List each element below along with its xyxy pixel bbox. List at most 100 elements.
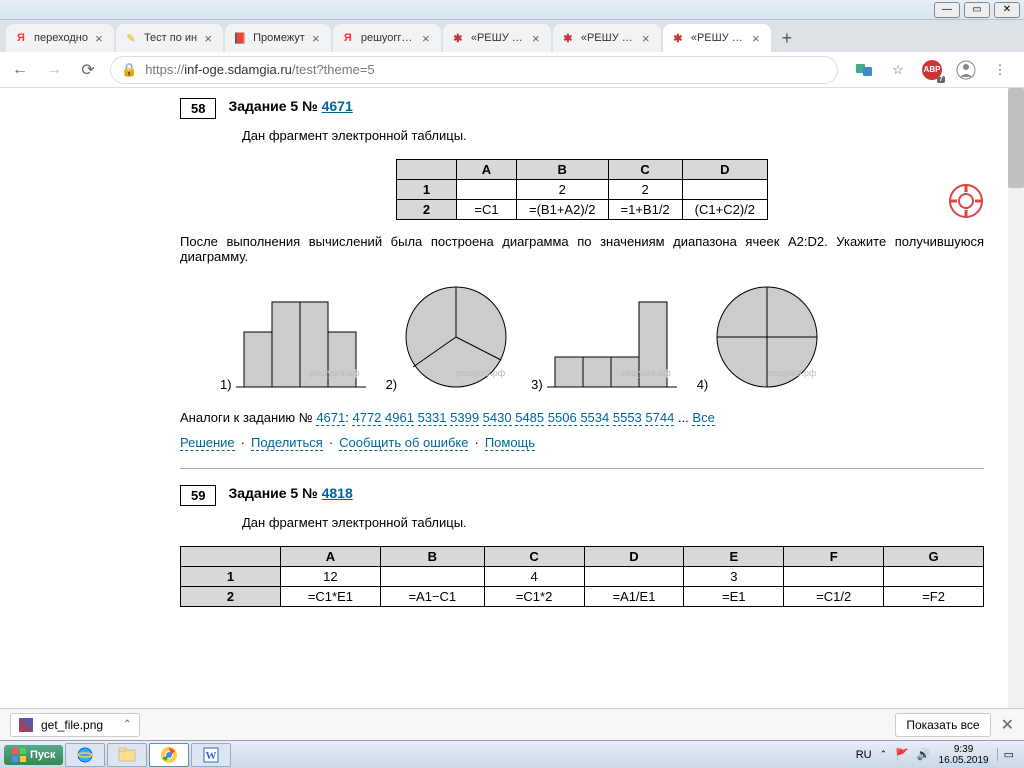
analog-link[interactable]: 4961	[385, 410, 414, 426]
spreadsheet-58: ABCD 122 2=C1=(B1+A2)/2=1+B1/2(C1+C2)/2	[396, 159, 768, 220]
share-link[interactable]: Поделиться	[251, 435, 323, 451]
url-text: https://inf-oge.sdamgia.ru/test?theme=5	[145, 62, 374, 77]
taskbar-ie-icon[interactable]	[65, 743, 105, 767]
help-lifebuoy-icon[interactable]	[948, 183, 984, 219]
analog-link[interactable]: 5534	[580, 410, 609, 426]
tray-volume-icon[interactable]: 🔊	[917, 748, 931, 761]
analog-all-link[interactable]: Все	[692, 410, 714, 426]
scroll-thumb[interactable]	[1008, 88, 1024, 188]
windows-taskbar: Пуск W RU ⌃ 🚩 🔊 9:3916.05.2019 ▭	[0, 740, 1024, 768]
taskbar-chrome-icon[interactable]	[149, 743, 189, 767]
browser-tab[interactable]: ✱ «РЕШУ ОГ ×	[443, 24, 551, 52]
task-intro: Дан фраг­мент элек­трон­ной таблицы.	[242, 127, 984, 145]
analog-link[interactable]: 5553	[613, 410, 642, 426]
task-number: 58	[180, 98, 216, 119]
gtranslate-icon[interactable]	[854, 60, 874, 80]
tray-show-desktop[interactable]: ▭	[997, 748, 1014, 761]
analog-link[interactable]: 5506	[548, 410, 577, 426]
task-separator	[180, 468, 984, 469]
help-link[interactable]: Помощь	[485, 435, 535, 451]
tab-close-icon[interactable]: ×	[749, 31, 763, 45]
back-button[interactable]: ←	[8, 58, 32, 82]
tray-flag-icon[interactable]: 🚩	[895, 748, 909, 761]
report-link[interactable]: Сообщить об ошибке	[339, 435, 468, 451]
analog-link[interactable]: 5485	[515, 410, 544, 426]
browser-tab[interactable]: ✱«РЕШУ ОГ×	[553, 24, 661, 52]
tab-favicon: ✱	[671, 31, 685, 45]
analogs-row: Аналоги к заданию № 4671: 4772 4961 5331…	[180, 410, 984, 425]
chart-option-2[interactable]: 2) решуогэ.рф	[386, 282, 512, 392]
adblock-icon[interactable]: ABP7	[922, 60, 942, 80]
tab-title: решуоггэ и	[361, 32, 415, 44]
profile-icon[interactable]	[956, 60, 976, 80]
taskbar-explorer-icon[interactable]	[107, 743, 147, 767]
browser-tab[interactable]: 📕Промежут×	[225, 24, 331, 52]
tab-title: «РЕШУ ОГ	[691, 32, 745, 44]
task-header-58: 58 Задание 5 № 4671	[180, 98, 984, 119]
solution-link[interactable]: Решение	[180, 435, 235, 451]
chart-option-1[interactable]: 1) решуогэ.рф	[220, 292, 366, 392]
close-download-bar[interactable]: ✕	[1001, 715, 1014, 735]
task-title: Задание 5 № 4671	[228, 98, 352, 114]
browser-tab[interactable]: ✎Тест по ин×	[116, 24, 223, 52]
page-content: 58 Задание 5 № 4671 Дан фраг­мент элек­т…	[0, 88, 1024, 708]
download-filename: get_file.png	[41, 718, 103, 732]
tab-close-icon[interactable]: ×	[92, 31, 106, 45]
browser-tab[interactable]: Ярешуоггэ и ×	[333, 24, 441, 52]
task-intro: Дан фраг­мент элек­трон­ной таблицы.	[242, 514, 984, 532]
new-tab-button[interactable]: +	[773, 24, 801, 52]
browser-tab[interactable]: ✱ «РЕШУ ОГ ×	[663, 24, 771, 52]
tab-title: «РЕШУ ОГ	[471, 32, 525, 44]
browser-tabbar: Япереходно×✎Тест по ин×📕Промежут×Ярешуог…	[0, 20, 1024, 52]
menu-icon[interactable]: ⋮	[990, 60, 1010, 80]
scrollbar-vertical[interactable]	[1008, 88, 1024, 708]
chart-options: 1) решуогэ.рф 2) решуогэ.рф 3)	[220, 282, 984, 392]
browser-tab[interactable]: Япереходно ×	[6, 24, 114, 52]
language-indicator[interactable]: RU	[856, 749, 872, 761]
analog-link[interactable]: 5331	[418, 410, 447, 426]
download-bar: get_file.png ⌃ Показать все ✕	[0, 708, 1024, 740]
task-links: Решение·Поделиться·Сообщить об ошибке·По…	[180, 435, 984, 450]
address-bar[interactable]: 🔒 https://inf-oge.sdamgia.ru/test?theme=…	[110, 56, 838, 84]
show-all-downloads[interactable]: Показать все	[895, 713, 990, 737]
tray-clock[interactable]: 9:3916.05.2019	[939, 744, 989, 766]
tray-chevron-icon[interactable]: ⌃	[880, 749, 888, 760]
download-item[interactable]: get_file.png ⌃	[10, 713, 140, 737]
tab-favicon: ✎	[124, 31, 138, 45]
task-header-59: 59 Задание 5 № 4818	[180, 485, 984, 506]
tab-title: переходно	[34, 32, 88, 44]
star-icon[interactable]: ☆	[888, 60, 908, 80]
analog-main-link[interactable]: 4671	[316, 410, 345, 426]
window-maximize[interactable]: ▭	[964, 2, 990, 18]
tab-favicon: Я	[14, 31, 28, 45]
task-id-link[interactable]: 4818	[322, 485, 353, 501]
window-minimize[interactable]: —	[934, 2, 960, 18]
system-tray: RU ⌃ 🚩 🔊 9:3916.05.2019 ▭	[856, 744, 1020, 766]
analog-link[interactable]: 5399	[450, 410, 479, 426]
task-id-link[interactable]: 4671	[322, 98, 353, 114]
task-title: Задание 5 № 4818	[228, 485, 352, 501]
chart-option-3[interactable]: 3) решуогэ.рф	[531, 292, 677, 392]
analog-link[interactable]: 4772	[352, 410, 381, 426]
file-icon	[19, 718, 33, 732]
tab-close-icon[interactable]: ×	[309, 31, 323, 45]
tab-title: Промежут	[253, 32, 305, 44]
analog-link[interactable]: 5430	[483, 410, 512, 426]
window-close[interactable]: ✕	[994, 2, 1020, 18]
tab-favicon: Я	[341, 31, 355, 45]
analog-link[interactable]: 5744	[645, 410, 674, 426]
window-titlebar: — ▭ ✕	[0, 0, 1024, 20]
tab-close-icon[interactable]: ×	[639, 31, 653, 45]
taskbar-word-icon[interactable]: W	[191, 743, 231, 767]
tab-title: «РЕШУ ОГ	[581, 32, 635, 44]
chart-option-4[interactable]: 4) решуогэ.рф	[697, 282, 823, 392]
forward-button[interactable]: →	[42, 58, 66, 82]
tab-close-icon[interactable]: ×	[529, 31, 543, 45]
chevron-up-icon: ⌃	[123, 719, 131, 730]
start-button[interactable]: Пуск	[4, 745, 63, 765]
tab-close-icon[interactable]: ×	[201, 31, 215, 45]
tab-favicon: ✱	[451, 31, 465, 45]
lock-icon: 🔒	[121, 62, 137, 78]
reload-button[interactable]: ⟳	[76, 58, 100, 82]
tab-close-icon[interactable]: ×	[419, 31, 433, 45]
